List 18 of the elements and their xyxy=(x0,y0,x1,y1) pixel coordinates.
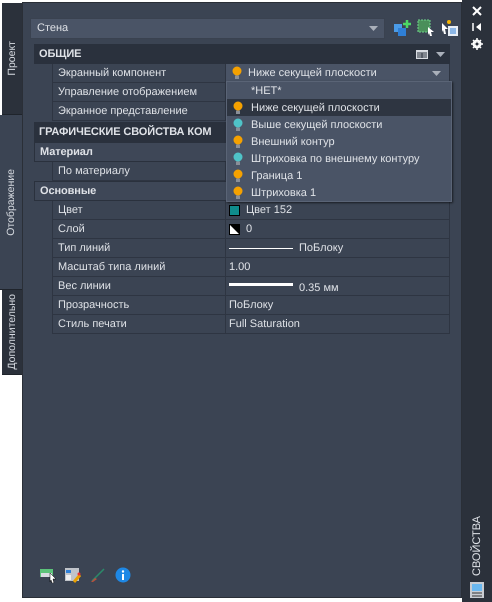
value-text: ПоБлоку xyxy=(299,242,344,254)
value-text: 0 xyxy=(246,223,252,235)
property-label: Вес линии xyxy=(52,277,226,296)
property-label: Экранный компонент xyxy=(52,64,226,83)
property-label: Управление отображением xyxy=(52,83,226,102)
value-text: ПоБлоку xyxy=(229,299,274,311)
property-label: Масштаб типа линий xyxy=(52,258,226,277)
value-text: 1.00 xyxy=(229,261,250,273)
palette-title: СВОЙСТВА xyxy=(471,516,483,576)
property-label: Прозрачность xyxy=(52,296,226,315)
property-label: Экранное представление xyxy=(52,102,226,121)
value-text: 0.35 мм xyxy=(299,282,339,294)
value-text: Цвет 152 xyxy=(246,204,292,216)
property-label: Стиль печати xyxy=(52,315,226,334)
property-label: Тип линий xyxy=(52,239,226,258)
property-label: Слой xyxy=(52,220,226,239)
value-text: Full Saturation xyxy=(229,318,300,330)
property-label: Цвет xyxy=(52,201,226,220)
